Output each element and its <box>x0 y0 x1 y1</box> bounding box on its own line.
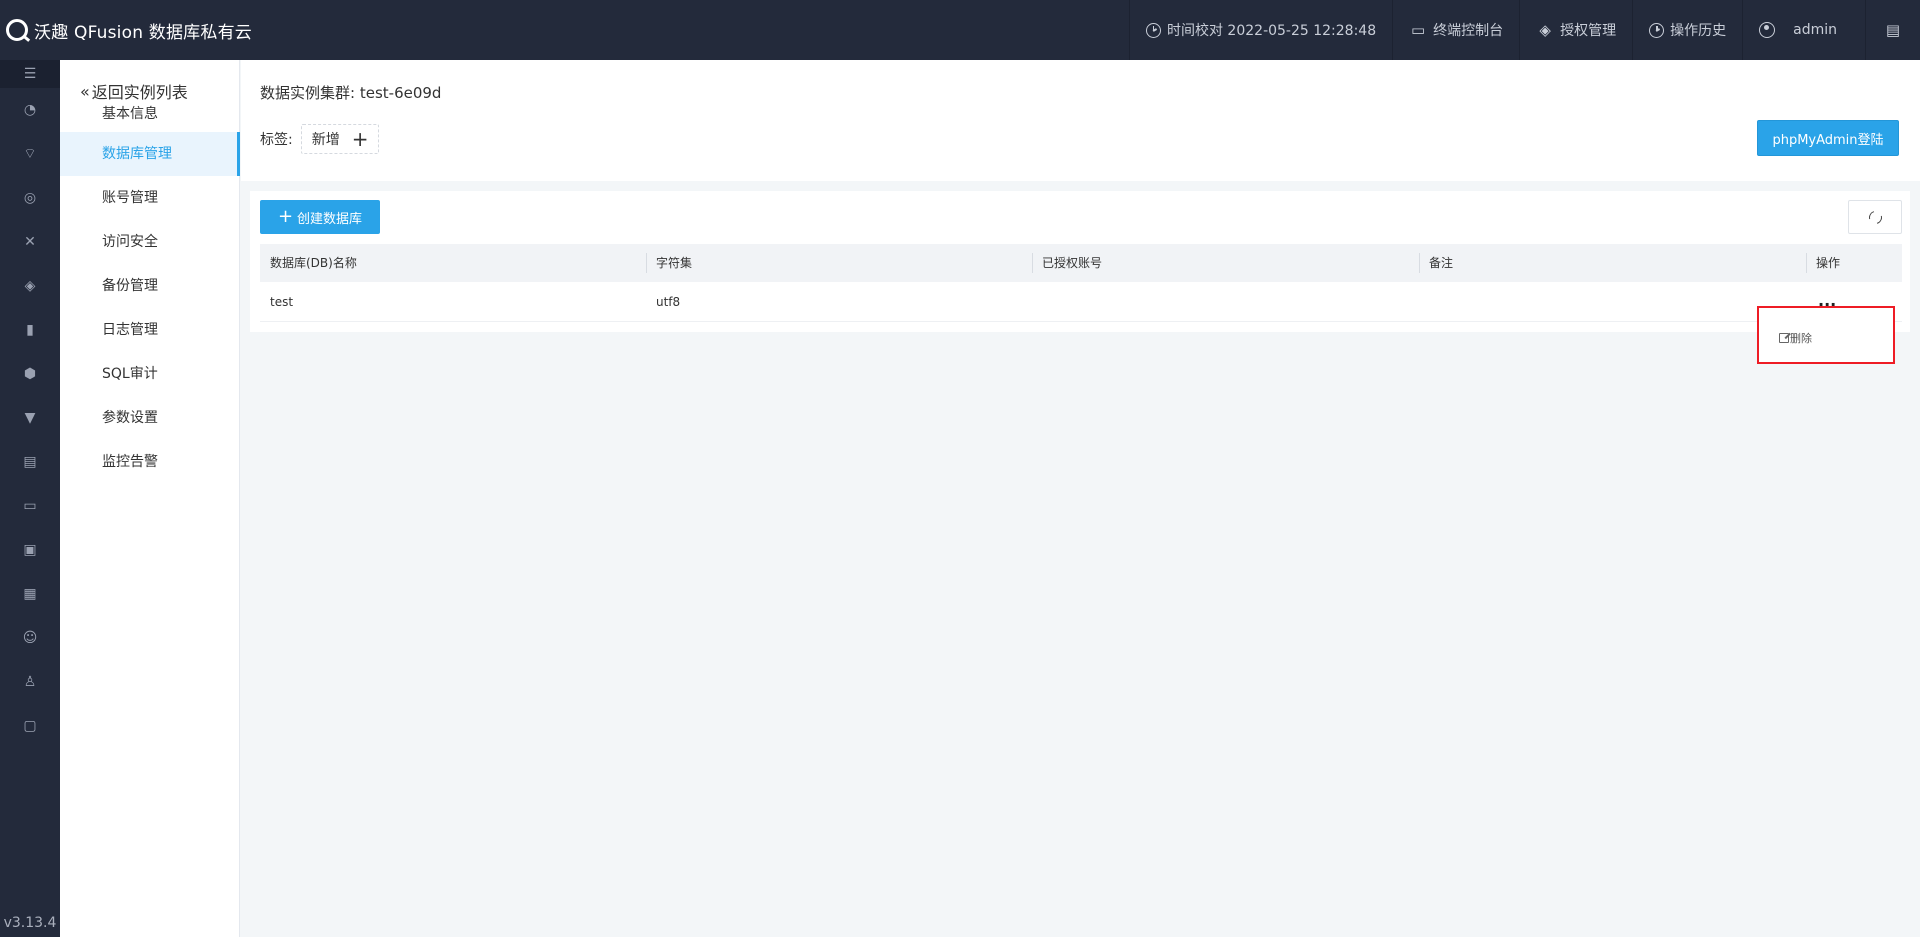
layers-icon[interactable]: ◈ <box>0 264 60 308</box>
edit-icon <box>1779 333 1789 343</box>
layers-icon: ◈ <box>1539 21 1551 39</box>
history-icon <box>1649 22 1665 38</box>
subnav-basic-info[interactable]: 基本信息 <box>60 102 239 132</box>
cluster-title: 数据实例集群: test-6e09d <box>260 82 441 103</box>
refresh-icon <box>1866 208 1884 226</box>
monitor-icon: ▭ <box>1411 21 1426 39</box>
briefcase-icon[interactable]: ▣ <box>0 528 60 572</box>
terminal-console-label: 终端控制台 <box>1433 23 1504 39</box>
tags-label: 标签: <box>260 132 293 148</box>
monitor-icon[interactable]: ▭ <box>0 484 60 528</box>
operation-history-label: 操作历史 <box>1670 23 1727 39</box>
column-db-name: 数据库(DB)名称 <box>270 256 357 270</box>
cell-authorized-accounts <box>1032 282 1419 322</box>
cluster-label: 数据实例集群: <box>260 84 356 102</box>
brand[interactable]: 沃趣 QFusion 数据库私有云 <box>0 0 252 60</box>
chat-icon[interactable]: ▼ <box>0 396 60 440</box>
qfusion-logo-icon <box>6 19 28 41</box>
tools-icon[interactable]: ✕ <box>0 220 60 264</box>
language-switch[interactable]: ▤ <box>1865 0 1920 60</box>
create-database-button[interactable]: + 创建数据库 <box>260 200 380 234</box>
license-management-label: 授权管理 <box>1560 23 1617 39</box>
subnav-parameter-settings[interactable]: 参数设置 <box>60 396 239 440</box>
subnav-monitoring-alerts[interactable]: 监控告警 <box>60 440 239 484</box>
refresh-button[interactable] <box>1848 200 1902 234</box>
license-management-item[interactable]: ◈ 授权管理 <box>1519 0 1632 60</box>
shield-icon[interactable]: ⬢ <box>0 352 60 396</box>
database-table-card: + 创建数据库 数据库(DB)名称 字符集 已授权账号 备注 操作 test u… <box>250 191 1910 332</box>
clock-icon <box>1145 22 1161 38</box>
cell-charset: utf8 <box>656 295 681 309</box>
column-note: 备注 <box>1419 244 1806 282</box>
language-icon: ▤ <box>1885 21 1901 39</box>
network-icon[interactable]: ◎ <box>0 176 60 220</box>
double-chevron-left-icon: « <box>80 81 90 101</box>
cell-db-name: test <box>270 295 294 309</box>
top-bar: 沃趣 QFusion 数据库私有云 时间校对 2022-05-25 12:28:… <box>0 0 1920 60</box>
icon-rail: ☰ ◔ ⌔ ◎ ✕ ◈ ▮ ⬢ ▼ ▤ ▭ ▣ ▦ ☺ ♙ ▢ v3.13.4 <box>0 60 60 937</box>
satellite-icon[interactable]: ⌔ <box>0 132 60 176</box>
operation-history-item[interactable]: 操作历史 <box>1632 0 1742 60</box>
back-label: 返回实例列表 <box>91 83 188 102</box>
subnav-account-management[interactable]: 账号管理 <box>60 176 239 220</box>
create-database-label: 创建数据库 <box>297 211 363 227</box>
subnav-backup-management[interactable]: 备份管理 <box>60 264 239 308</box>
instance-subnav: « 返回实例列表 基本信息 数据库管理 账号管理 访问安全 备份管理 日志管理 … <box>60 60 240 937</box>
user-menu[interactable]: admin <box>1742 0 1865 60</box>
delete-menu-item[interactable]: 删除 <box>1779 330 1812 346</box>
version-label: v3.13.4 <box>3 915 57 931</box>
user-icon <box>1759 22 1776 38</box>
instance-header: 数据实例集群: test-6e09d 标签: 新增 + phpMyAdmin登陆 <box>241 60 1920 181</box>
subnav-access-security[interactable]: 访问安全 <box>60 220 239 264</box>
time-check-label: 时间校对 2022-05-25 12:28:48 <box>1166 23 1377 39</box>
docs-icon[interactable]: ▤ <box>0 440 60 484</box>
terminal-console-item[interactable]: ▭ 终端控制台 <box>1392 0 1519 60</box>
time-check-item[interactable]: 时间校对 2022-05-25 12:28:48 <box>1128 0 1392 60</box>
add-tag-label: 新增 <box>311 132 340 148</box>
subnav-sql-audit[interactable]: SQL审计 <box>60 352 239 396</box>
column-authorized-accounts: 已授权账号 <box>1032 244 1419 282</box>
delete-label: 删除 <box>1790 332 1812 345</box>
column-actions: 操作 <box>1806 244 1902 282</box>
people-icon[interactable]: ☺ <box>0 616 60 660</box>
display-icon[interactable]: ▢ <box>0 704 60 748</box>
cell-note <box>1419 282 1806 322</box>
top-right-menu: 时间校对 2022-05-25 12:28:48 ▭ 终端控制台 ◈ 授权管理 … <box>1128 0 1920 60</box>
phpmyadmin-login-button[interactable]: phpMyAdmin登陆 <box>1757 120 1899 156</box>
database-icon[interactable]: ▮ <box>0 308 60 352</box>
dashboard-icon[interactable]: ◔ <box>0 88 60 132</box>
stamp-icon[interactable]: ♙ <box>0 660 60 704</box>
row-actions-dropdown: 删除 <box>1757 306 1895 364</box>
plus-icon: + <box>277 206 294 227</box>
column-charset: 字符集 <box>646 244 1032 282</box>
add-tag-button[interactable]: 新增 + <box>300 124 380 154</box>
subnav-log-management[interactable]: 日志管理 <box>60 308 239 352</box>
tags-row: 标签: 新增 + <box>260 124 380 154</box>
table-header: 数据库(DB)名称 字符集 已授权账号 备注 操作 <box>260 244 1902 282</box>
subnav-database-management[interactable]: 数据库管理 <box>60 132 240 176</box>
table-row: test utf8 ... <box>260 282 1902 322</box>
username: admin <box>1793 22 1837 38</box>
cluster-name: test-6e09d <box>359 84 442 102</box>
save-icon[interactable]: ▦ <box>0 572 60 616</box>
brand-title: 沃趣 QFusion 数据库私有云 <box>34 22 252 43</box>
menu-icon[interactable]: ☰ <box>0 60 60 88</box>
plus-icon: + <box>351 127 369 151</box>
